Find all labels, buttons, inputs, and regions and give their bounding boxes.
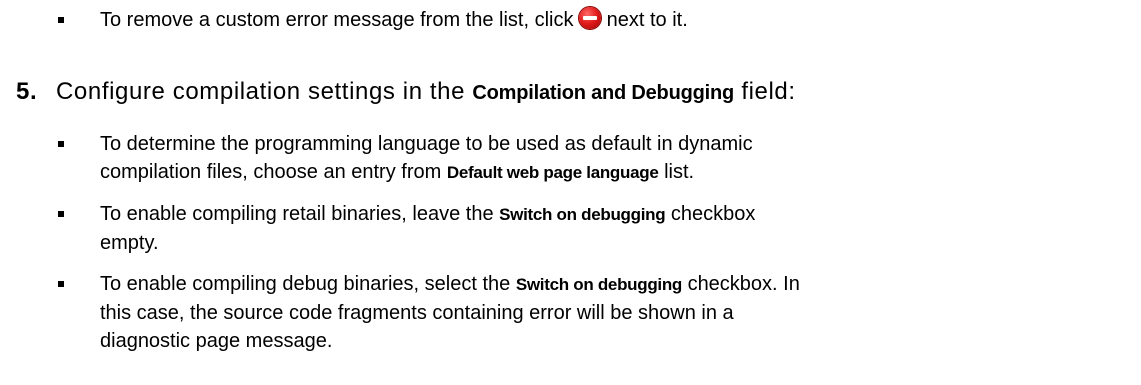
bullet-line: To enable compiling retail binaries, lea… [100, 203, 494, 225]
bullet-line: diagnostic page message. [100, 330, 333, 352]
bullet-text: To enable compiling debug binaries, sele… [100, 270, 1128, 355]
bullet-line: To determine the programming language to… [100, 133, 753, 155]
debug-binaries-bullet: To enable compiling debug binaries, sele… [58, 270, 1128, 355]
bullet-text: To determine the programming language to… [100, 130, 1128, 187]
compilation-and-debugging-label: Compilation and Debugging [472, 82, 735, 104]
remove-error-message-bullet: To remove a custom error message from th… [58, 6, 1128, 34]
default-web-page-language-label: Default web page language [446, 163, 659, 182]
bullet-square-icon [58, 141, 64, 147]
bullet-text: To enable compiling retail binaries, lea… [100, 200, 1128, 257]
bullet-line: this case, the source code fragments con… [100, 302, 734, 324]
help-page: To remove a custom error message from th… [0, 0, 1141, 385]
step-text-before: Configure compilation settings in the [56, 78, 466, 105]
step-5: 5. Configure compilation settings in the … [16, 76, 1136, 109]
bullet-square-icon [58, 281, 64, 287]
bullet-text-after: list. [664, 161, 695, 183]
bullet-text-after: next to it. [606, 9, 688, 31]
bullet-square-icon [58, 211, 64, 217]
switch-on-debugging-label: Switch on debugging [515, 275, 682, 294]
bullet-line: empty. [100, 232, 159, 254]
bullet-text-after: checkbox. In [687, 273, 800, 295]
step-number: 5. [16, 78, 38, 105]
remove-icon [579, 7, 602, 29]
bullet-line: compilation files, choose an entry from [100, 161, 442, 183]
bullet-text-after: checkbox [670, 203, 756, 225]
retail-binaries-bullet: To enable compiling retail binaries, lea… [58, 200, 1128, 257]
bullet-line: To enable compiling debug binaries, sele… [100, 273, 511, 295]
remove-icon-bar [583, 16, 598, 20]
switch-on-debugging-label: Switch on debugging [499, 205, 666, 224]
step-text-after: field: [741, 78, 796, 105]
bullet-text: To remove a custom error message from th… [100, 6, 1128, 34]
bullet-text-before: To remove a custom error message from th… [100, 9, 574, 31]
default-language-bullet: To determine the programming language to… [58, 130, 1128, 187]
bullet-square-icon [58, 17, 64, 23]
